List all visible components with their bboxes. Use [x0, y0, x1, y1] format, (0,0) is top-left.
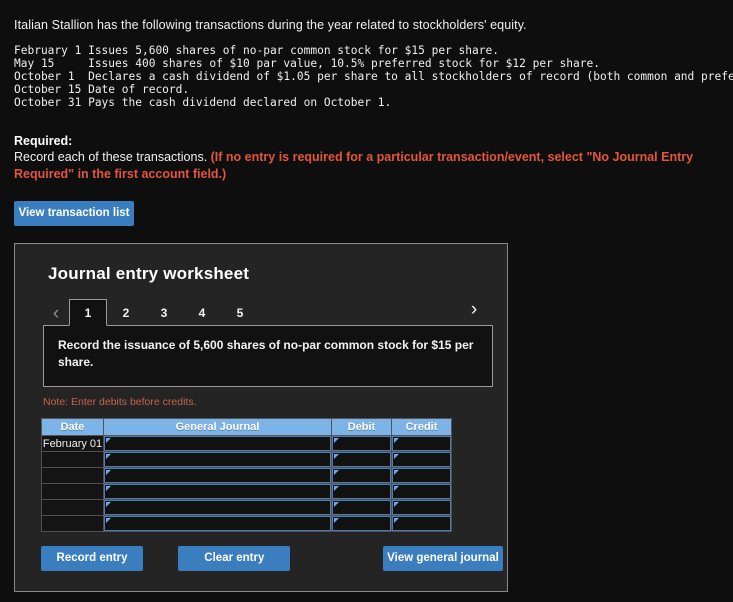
- worksheet-tab-bar: ‹ 1 2 3 4 5 ›: [43, 298, 487, 326]
- row-credit-cell[interactable]: [391, 451, 452, 468]
- tab-2[interactable]: 2: [107, 299, 145, 326]
- row-general-journal-cell[interactable]: [103, 451, 332, 468]
- record-entry-button[interactable]: Record entry: [41, 546, 143, 571]
- credit-input[interactable]: [392, 468, 451, 483]
- row-date-cell[interactable]: [41, 483, 104, 500]
- credit-input[interactable]: [392, 516, 451, 531]
- row-credit-cell[interactable]: [391, 435, 452, 452]
- column-header-debit: Debit: [331, 418, 392, 436]
- debit-input[interactable]: [332, 516, 391, 531]
- table-row: [41, 515, 452, 532]
- required-heading: Required:: [14, 134, 73, 148]
- table-row: [41, 467, 452, 484]
- journal-entry-table: Date General Journal Debit Credit Februa…: [41, 418, 452, 532]
- row-credit-cell[interactable]: [391, 483, 452, 500]
- credit-input[interactable]: [392, 452, 451, 467]
- row-date-cell[interactable]: [41, 451, 104, 468]
- debit-input[interactable]: [332, 484, 391, 499]
- worksheet-instruction-panel: Record the issuance of 5,600 shares of n…: [43, 325, 493, 387]
- row-credit-cell[interactable]: [391, 499, 452, 516]
- row-debit-cell[interactable]: [331, 515, 392, 532]
- general-journal-input[interactable]: [104, 452, 331, 467]
- row-general-journal-cell[interactable]: [103, 483, 332, 500]
- worksheet-title: Journal entry worksheet: [48, 264, 250, 283]
- intro-statement: Italian Stallion has the following trans…: [14, 18, 527, 32]
- credit-input[interactable]: [392, 500, 451, 515]
- required-body-text: Record each of these transactions.: [14, 150, 211, 164]
- row-date-cell: February 01: [41, 435, 104, 452]
- row-debit-cell[interactable]: [331, 451, 392, 468]
- row-date-cell[interactable]: [41, 515, 104, 532]
- row-credit-cell[interactable]: [391, 515, 452, 532]
- row-general-journal-cell[interactable]: [103, 467, 332, 484]
- tab-4[interactable]: 4: [183, 299, 221, 326]
- general-journal-input[interactable]: [104, 516, 331, 531]
- row-debit-cell[interactable]: [331, 483, 392, 500]
- table-row: [41, 451, 452, 468]
- debit-input[interactable]: [332, 468, 391, 483]
- view-general-journal-button[interactable]: View general journal: [383, 546, 503, 571]
- tab-5[interactable]: 5: [221, 299, 259, 326]
- general-journal-input[interactable]: [104, 436, 331, 451]
- chevron-right-icon[interactable]: ›: [461, 298, 487, 322]
- tab-1[interactable]: 1: [69, 299, 107, 326]
- chevron-left-icon[interactable]: ‹: [43, 302, 69, 326]
- row-credit-cell[interactable]: [391, 467, 452, 484]
- row-general-journal-cell[interactable]: [103, 515, 332, 532]
- general-journal-input[interactable]: [104, 500, 331, 515]
- tab-3[interactable]: 3: [145, 299, 183, 326]
- column-header-date: Date: [41, 418, 104, 436]
- row-date-cell[interactable]: [41, 499, 104, 516]
- row-debit-cell[interactable]: [331, 467, 392, 484]
- row-debit-cell[interactable]: [331, 499, 392, 516]
- debit-input[interactable]: [332, 500, 391, 515]
- general-journal-input[interactable]: [104, 484, 331, 499]
- column-header-credit: Credit: [391, 418, 452, 436]
- row-general-journal-cell[interactable]: [103, 435, 332, 452]
- row-general-journal-cell[interactable]: [103, 499, 332, 516]
- worksheet-action-bar: Record entry Clear entry View general jo…: [41, 546, 503, 571]
- clear-entry-button[interactable]: Clear entry: [178, 546, 291, 571]
- view-transaction-list-button[interactable]: View transaction list: [14, 201, 134, 226]
- debits-before-credits-note: Note: Enter debits before credits.: [43, 396, 197, 408]
- row-debit-cell[interactable]: [331, 435, 392, 452]
- table-row: February 01: [41, 435, 452, 452]
- column-header-general-journal: General Journal: [103, 418, 332, 436]
- transaction-list-text: February 1 Issues 5,600 shares of no-par…: [14, 44, 733, 109]
- table-header-row: Date General Journal Debit Credit: [41, 418, 452, 436]
- credit-input[interactable]: [392, 436, 451, 451]
- table-row: [41, 483, 452, 500]
- debit-input[interactable]: [332, 452, 391, 467]
- required-instructions: Record each of these transactions. (If n…: [14, 149, 696, 183]
- row-date-cell[interactable]: [41, 467, 104, 484]
- general-journal-input[interactable]: [104, 468, 331, 483]
- journal-entry-worksheet-card: Journal entry worksheet ‹ 1 2 3 4 5 › Re…: [14, 243, 508, 592]
- credit-input[interactable]: [392, 484, 451, 499]
- debit-input[interactable]: [332, 436, 391, 451]
- required-section: Required: Record each of these transacti…: [0, 109, 710, 183]
- table-row: [41, 499, 452, 516]
